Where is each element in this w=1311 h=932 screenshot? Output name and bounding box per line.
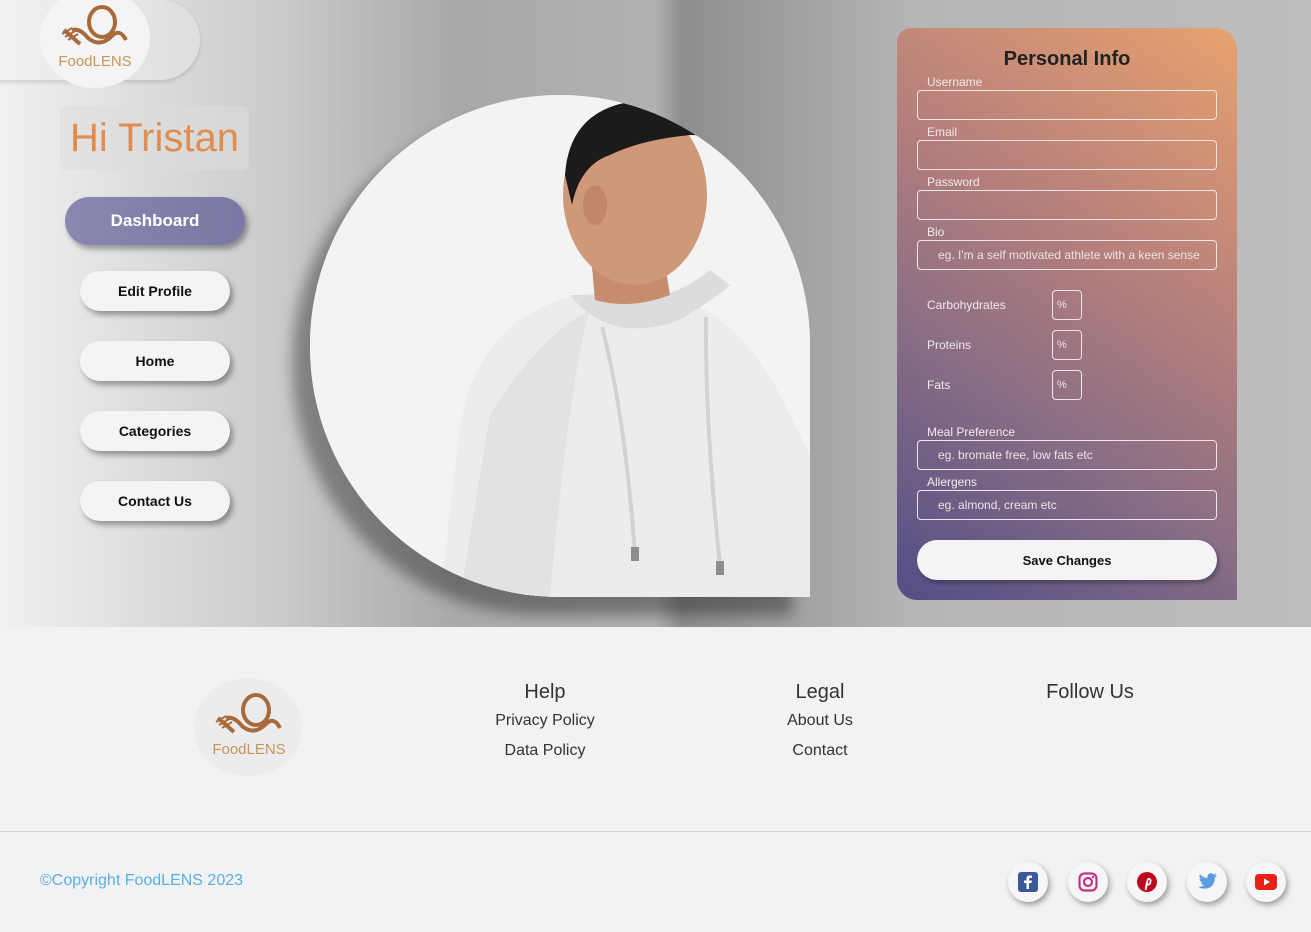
foodlens-logo[interactable]: FoodLENS <box>50 0 140 72</box>
personal-info-panel: Personal Info Username Email Password Bi… <box>897 28 1237 600</box>
carbohydrates-label: Carbohydrates <box>927 298 1006 312</box>
nav-edit-profile-button[interactable]: Edit Profile <box>80 271 230 311</box>
meal-preference-label: Meal Preference <box>927 425 1016 439</box>
allergens-label: Allergens <box>927 475 978 489</box>
footer-follow-heading: Follow Us <box>1046 681 1134 703</box>
data-policy-link[interactable]: Data Policy <box>445 742 645 760</box>
footer-legal-heading: Legal <box>795 681 845 703</box>
username-label: Username <box>927 75 983 89</box>
nav-dashboard-button[interactable]: Dashboard <box>65 197 245 245</box>
instagram-icon[interactable] <box>1068 862 1108 902</box>
fats-input[interactable] <box>1052 370 1082 400</box>
email-input[interactable] <box>917 140 1217 170</box>
proteins-input[interactable] <box>1052 330 1082 360</box>
greeting-text: Hi Tristan <box>60 106 249 170</box>
contact-link[interactable]: Contact <box>720 742 920 760</box>
footer-logo-text: FoodLENS <box>212 741 285 758</box>
panel-title: Personal Info <box>1003 48 1131 70</box>
carbohydrates-input[interactable] <box>1052 290 1082 320</box>
profile-photo <box>310 95 810 597</box>
youtube-icon[interactable] <box>1246 862 1286 902</box>
footer-help-heading: Help <box>524 681 566 703</box>
copyright-text: ©Copyright FoodLENS 2023 <box>40 872 244 889</box>
bio-input[interactable] <box>917 240 1217 270</box>
password-input[interactable] <box>917 190 1217 220</box>
facebook-icon[interactable] <box>1008 862 1048 902</box>
nav-contact-us-button[interactable]: Contact Us <box>80 481 230 521</box>
hero-section: FoodLENS Hi Tristan Dashboard Edit Profi… <box>0 0 1311 627</box>
username-input[interactable] <box>917 90 1217 120</box>
fats-label: Fats <box>927 378 951 392</box>
meal-preference-input[interactable] <box>917 440 1217 470</box>
bio-label: Bio <box>927 225 945 239</box>
footer-logo[interactable]: FoodLENS <box>204 688 294 760</box>
about-us-link[interactable]: About Us <box>720 712 920 730</box>
allergens-input[interactable] <box>917 490 1217 520</box>
privacy-policy-link[interactable]: Privacy Policy <box>445 712 645 730</box>
email-label: Email <box>927 125 958 139</box>
pinterest-icon[interactable] <box>1127 862 1167 902</box>
twitter-icon[interactable] <box>1187 862 1227 902</box>
footer-divider <box>0 831 1311 832</box>
password-label: Password <box>927 175 980 189</box>
nav-categories-button[interactable]: Categories <box>80 411 230 451</box>
save-changes-button[interactable]: Save Changes <box>917 540 1217 580</box>
nav-home-button[interactable]: Home <box>80 341 230 381</box>
proteins-label: Proteins <box>927 338 972 352</box>
logo-text: FoodLENS <box>58 53 131 70</box>
